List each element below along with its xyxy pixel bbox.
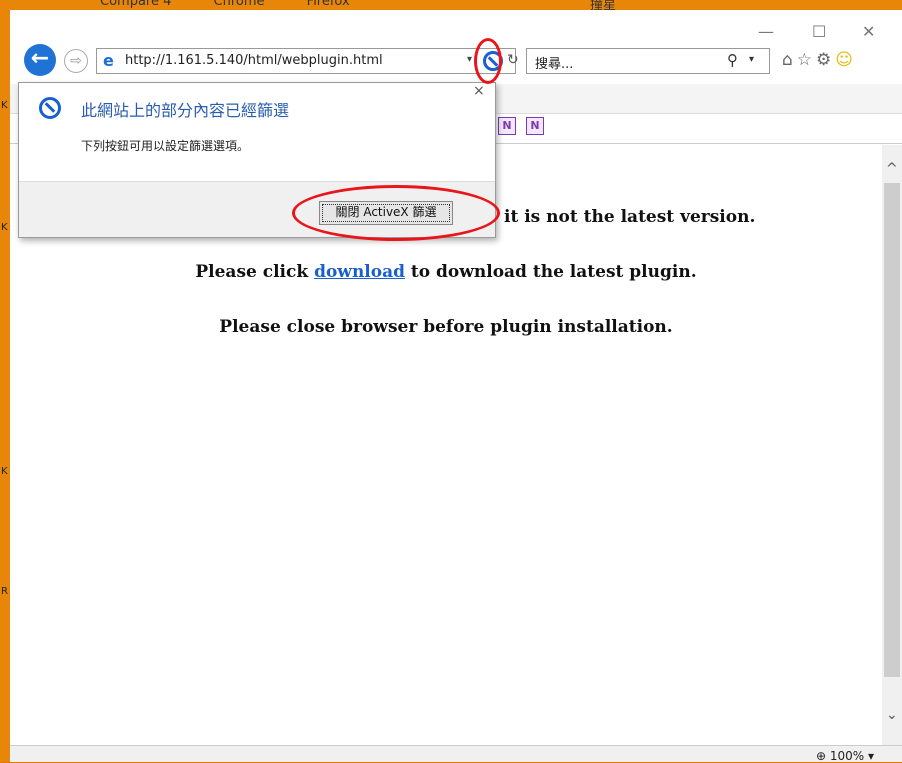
minimize-button[interactable]: — bbox=[758, 22, 774, 41]
onenote-icon[interactable]: N bbox=[498, 117, 516, 135]
ie-logo-icon: e bbox=[103, 51, 114, 70]
search-placeholder[interactable]: 搜尋... bbox=[535, 53, 573, 72]
favorites-star-icon[interactable]: ☆ bbox=[797, 50, 816, 70]
settings-gear-icon[interactable]: ⚙ bbox=[816, 50, 835, 70]
url-text[interactable]: http://1.161.5.140/html/webplugin.html bbox=[125, 53, 383, 68]
home-icon[interactable]: ⌂ bbox=[782, 50, 797, 70]
scroll-up-icon[interactable]: ^ bbox=[886, 161, 898, 177]
strip-letter: K bbox=[1, 100, 8, 111]
left-window-strip: K K K R bbox=[0, 0, 10, 762]
refresh-icon[interactable]: ↻ bbox=[507, 52, 519, 68]
strip-letter: R bbox=[1, 586, 8, 597]
browser-tools: ⌂☆⚙☺ bbox=[782, 50, 857, 70]
download-link[interactable]: download bbox=[314, 262, 405, 282]
strip-letter: K bbox=[1, 466, 8, 477]
blocked-icon bbox=[39, 97, 61, 119]
download-message: Please click download to download the la… bbox=[195, 262, 697, 282]
status-bar: ⊕ 100% ▾ bbox=[10, 745, 902, 763]
background-tab: Firefox bbox=[306, 0, 350, 9]
maximize-button[interactable]: ☐ bbox=[812, 22, 826, 41]
scroll-thumb[interactable] bbox=[884, 183, 900, 677]
onenote-icon[interactable]: N bbox=[526, 117, 544, 135]
background-tab: Chrome bbox=[213, 0, 265, 9]
background-tab: Compare 4 bbox=[100, 0, 172, 9]
install-message: Please close browser before plugin insta… bbox=[219, 317, 673, 337]
chevron-down-icon[interactable]: ▾ bbox=[467, 54, 472, 65]
address-bar[interactable]: e http://1.161.5.140/html/webplugin.html… bbox=[96, 48, 519, 74]
background-tab-strip: Compare 4 Chrome Firefox bbox=[100, 0, 388, 9]
search-icon[interactable]: ⚲ bbox=[727, 51, 738, 69]
search-box[interactable]: 搜尋... ⚲ ▾ bbox=[526, 48, 770, 74]
strip-letter: K bbox=[1, 222, 8, 233]
close-icon[interactable]: × bbox=[473, 83, 485, 99]
chevron-down-icon[interactable]: ▾ bbox=[749, 54, 754, 65]
forward-arrow-icon[interactable]: ⇨ bbox=[64, 49, 88, 73]
annotation-circle bbox=[292, 185, 500, 241]
annotation-circle bbox=[474, 38, 502, 84]
scroll-down-icon[interactable]: ⌄ bbox=[886, 707, 898, 723]
zoom-level[interactable]: ⊕ 100% ▾ bbox=[816, 749, 874, 763]
feedback-smiley-icon[interactable]: ☺ bbox=[835, 50, 857, 70]
close-button[interactable]: ✕ bbox=[862, 22, 875, 41]
popup-title: 此網站上的部分內容已經篩選 bbox=[81, 101, 290, 120]
navigation-bar: ← ⇨ e http://1.161.5.140/html/webplugin.… bbox=[10, 40, 902, 82]
back-arrow-icon[interactable]: ← bbox=[24, 44, 56, 76]
popup-description: 下列按鈕可用以設定篩選選項。 bbox=[81, 139, 250, 153]
vertical-scrollbar[interactable]: ^ ⌄ bbox=[882, 145, 902, 745]
